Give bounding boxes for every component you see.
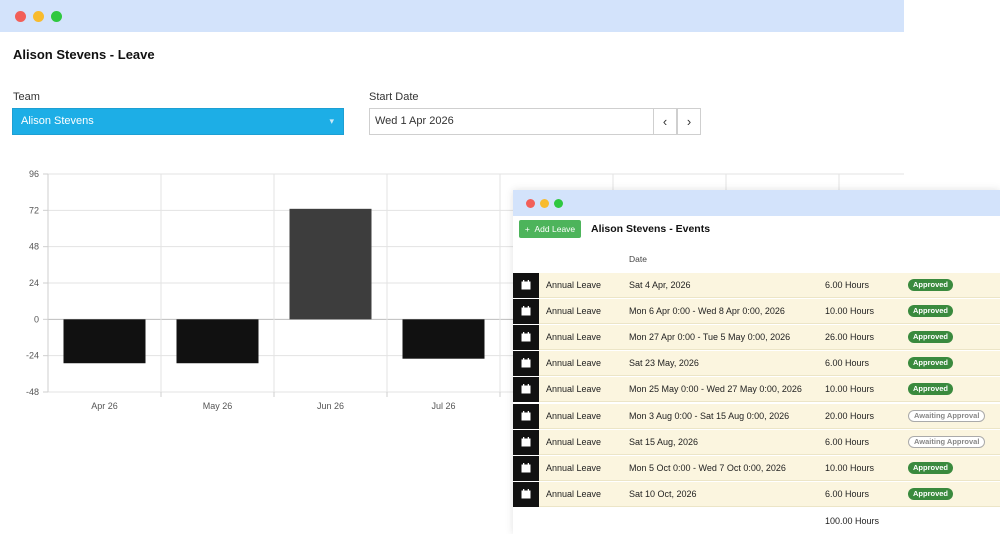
status-badge: Approved (908, 357, 954, 370)
x-tick-label: Apr 26 (91, 401, 118, 411)
bar[interactable] (63, 319, 146, 364)
event-type: Annual Leave (546, 332, 602, 343)
event-type: Annual Leave (546, 384, 602, 395)
status-badge: Awaiting Approval (908, 409, 986, 422)
bar[interactable] (289, 208, 372, 320)
calendar-icon (513, 377, 539, 403)
status-badge: Approved (908, 383, 954, 396)
minimize-window-icon[interactable] (540, 199, 549, 208)
calendar-icon (513, 273, 539, 298)
event-type: Annual Leave (546, 410, 602, 421)
add-leave-button[interactable]: + Add Leave (519, 220, 581, 238)
event-date: Mon 25 May 0:00 - Wed 27 May 0:00, 2026 (629, 384, 802, 395)
events-window: + Add Leave Alison Stevens - Events Date… (513, 190, 1000, 534)
y-tick-label: 96 (29, 169, 39, 179)
event-date: Mon 6 Apr 0:00 - Wed 8 Apr 0:00, 2026 (629, 306, 785, 317)
event-date: Sat 4 Apr, 2026 (629, 280, 691, 290)
maximize-window-icon[interactable] (51, 11, 62, 22)
event-hours: 26.00 Hours (825, 332, 875, 343)
calendar-icon (513, 403, 539, 429)
team-select-value: Alison Stevens (21, 115, 94, 127)
status-badge: Awaiting Approval (908, 435, 986, 448)
page-title: Alison Stevens - Leave (13, 47, 155, 62)
event-type: Annual Leave (546, 306, 602, 317)
bar[interactable] (176, 319, 259, 364)
bar[interactable] (402, 319, 485, 359)
event-row[interactable]: Annual Leave Mon 6 Apr 0:00 - Wed 8 Apr 0… (513, 299, 1000, 325)
event-row[interactable]: Annual Leave Sat 15 Aug, 2026 6.00 Hours Aw… (513, 429, 1000, 455)
event-hours: 10.00 Hours (825, 306, 875, 317)
x-tick-label: Jun 26 (317, 401, 344, 411)
add-leave-label: Add Leave (534, 224, 576, 234)
y-tick-label: 24 (29, 278, 39, 288)
event-row[interactable]: Annual Leave Sat 23 May, 2026 6.00 Hours Ap… (513, 351, 1000, 377)
event-row[interactable]: Annual Leave Mon 3 Aug 0:00 - Sat 15 Aug … (513, 403, 1000, 429)
team-select[interactable]: Alison Stevens ▾ (12, 108, 344, 135)
event-hours: 20.00 Hours (825, 410, 875, 421)
event-row[interactable]: Annual Leave Sat 4 Apr, 2026 6.00 Hours App… (513, 273, 1000, 298)
event-hours: 6.00 Hours (825, 280, 870, 290)
event-date: Mon 5 Oct 0:00 - Wed 7 Oct 0:00, 2026 (629, 462, 786, 473)
event-type: Annual Leave (546, 280, 602, 290)
events-window-titlebar (513, 190, 1000, 216)
event-hours: 6.00 Hours (825, 488, 870, 499)
y-tick-label: 72 (29, 205, 39, 215)
event-date: Mon 27 Apr 0:00 - Tue 5 May 0:00, 2026 (629, 332, 791, 343)
y-tick-label: 48 (29, 242, 39, 252)
date-column-header: Date (629, 254, 647, 264)
start-date-field[interactable]: Wed 1 Apr 2026 ‹ › (369, 108, 701, 135)
calendar-icon (513, 481, 539, 507)
next-date-button[interactable]: › (677, 108, 701, 135)
event-date: Sat 15 Aug, 2026 (629, 436, 699, 447)
start-date-label: Start Date (369, 91, 419, 103)
calendar-icon (513, 351, 539, 377)
event-row[interactable]: Annual Leave Mon 27 Apr 0:00 - Tue 5 May … (513, 325, 1000, 351)
status-badge: Approved (908, 305, 954, 318)
event-type: Annual Leave (546, 488, 602, 499)
event-hours: 6.00 Hours (825, 358, 870, 369)
chevron-down-icon: ▾ (329, 116, 334, 126)
plus-icon: + (524, 224, 530, 234)
event-date: Sat 10 Oct, 2026 (629, 488, 697, 499)
event-row[interactable]: Annual Leave Mon 25 May 0:00 - Wed 27 May… (513, 377, 1000, 403)
calendar-icon (513, 429, 539, 455)
maximize-window-icon[interactable] (554, 199, 563, 208)
y-tick-label: -24 (26, 351, 39, 361)
status-badge: Approved (908, 461, 954, 474)
minimize-window-icon[interactable] (33, 11, 44, 22)
event-hours: 6.00 Hours (825, 436, 870, 447)
total-hours: 100.00 Hours (825, 516, 880, 526)
close-window-icon[interactable] (526, 199, 535, 208)
event-row[interactable]: Annual Leave Mon 5 Oct 0:00 - Wed 7 Oct 0… (513, 455, 1000, 481)
event-hours: 10.00 Hours (825, 384, 875, 395)
start-date-value: Wed 1 Apr 2026 (375, 115, 454, 127)
calendar-icon (513, 299, 539, 325)
event-date: Sat 23 May, 2026 (629, 358, 699, 369)
x-tick-label: May 26 (203, 401, 233, 411)
status-badge: Approved (908, 279, 954, 291)
y-tick-label: 0 (34, 314, 39, 324)
events-title: Alison Stevens - Events (591, 223, 711, 235)
status-badge: Approved (908, 331, 954, 344)
previous-date-button[interactable]: ‹ (653, 108, 677, 135)
status-badge: Approved (908, 487, 954, 500)
close-window-icon[interactable] (15, 11, 26, 22)
event-type: Annual Leave (546, 436, 602, 447)
y-tick-label: -48 (26, 387, 39, 397)
calendar-icon (513, 325, 539, 351)
calendar-icon (513, 455, 539, 481)
team-label: Team (13, 91, 40, 103)
main-window-titlebar (0, 0, 904, 32)
event-date: Mon 3 Aug 0:00 - Sat 15 Aug 0:00, 2026 (629, 410, 790, 421)
event-type: Annual Leave (546, 358, 602, 369)
event-type: Annual Leave (546, 462, 602, 473)
event-hours: 10.00 Hours (825, 462, 875, 473)
event-row[interactable]: Annual Leave Sat 10 Oct, 2026 6.00 Hours Ap… (513, 481, 1000, 507)
x-tick-label: Jul 26 (431, 401, 455, 411)
